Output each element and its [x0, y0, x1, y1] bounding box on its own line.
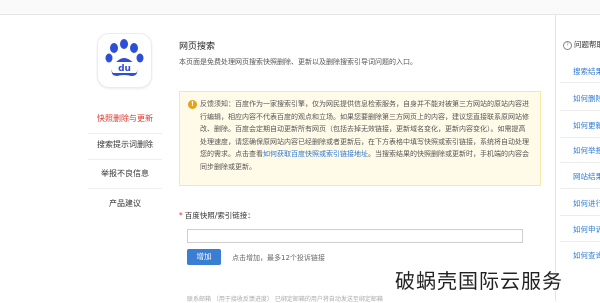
help-title-text: 问题帮助: [574, 40, 600, 49]
svg-text:du: du: [118, 64, 131, 74]
help-divider: [560, 162, 600, 163]
help-link[interactable]: 如何举报: [573, 145, 600, 156]
help-divider: [560, 82, 600, 83]
help-divider: [560, 137, 600, 138]
add-hint: 点击增加，最多12个投诉链接: [232, 254, 325, 262]
sidebar-item-report[interactable]: 举报不良信息: [80, 160, 170, 188]
help-link[interactable]: 如何申诉: [573, 224, 600, 235]
exclamation-circle-icon: !: [188, 100, 197, 109]
help-divider: [560, 241, 600, 242]
page-description: 本页面是免费处理网页搜索快照删除、更新以及删除搜索引导词问题的入口。: [179, 58, 417, 66]
help-link[interactable]: 如何更新: [573, 120, 600, 131]
sidebar-item-snapshot[interactable]: 快照删除与更新: [80, 105, 170, 133]
sidebar-divider: [88, 188, 162, 189]
question-circle-icon: ?: [563, 40, 572, 50]
url-field-label: * 百度快照/索引链接：: [179, 210, 255, 221]
help-link[interactable]: 如何删除: [573, 93, 600, 104]
top-bar: [0, 0, 600, 15]
baidu-logo: du: [97, 33, 152, 88]
notice-box: ! 反馈须知：百度作为一家搜索引擎，仅为网民提供信息检索服务，自身并不能对被第三…: [179, 91, 541, 186]
contact-email-label: 联系邮箱 （用于接收反馈进度） 已绑定邮箱的用户将自动发送至绑定邮箱: [187, 296, 383, 303]
add-button[interactable]: 增加: [187, 249, 221, 265]
help-link[interactable]: 网站结果: [573, 171, 600, 182]
help-divider: [560, 188, 600, 189]
baidu-paw-icon: du: [105, 39, 144, 76]
help-title: ?问题帮助: [563, 39, 600, 50]
sidebar-item-feedback[interactable]: 产品建议: [80, 190, 170, 218]
sidebar-item-suggestion[interactable]: 搜索提示词删除: [80, 131, 170, 159]
snapshot-link-help[interactable]: 如何获取百度快照或索引链接地址: [263, 150, 368, 158]
help-link[interactable]: 搜索结果: [573, 66, 600, 77]
page-title: 网页搜索: [179, 42, 216, 52]
right-panel-divider: [555, 14, 556, 301]
watermark-text: 破蜗壳国际云服务: [395, 269, 563, 293]
help-divider: [560, 110, 600, 111]
help-link[interactable]: 如何查询: [573, 250, 600, 261]
snapshot-url-input[interactable]: [187, 229, 523, 243]
help-divider: [560, 215, 600, 216]
url-field-label-text: 百度快照/索引链接：: [184, 211, 255, 220]
required-star: *: [179, 211, 183, 220]
notice-text: 反馈须知：百度作为一家搜索引擎，仅为网民提供信息检索服务，自身并不能对被第三方网…: [200, 98, 532, 173]
help-link[interactable]: 如何进行: [573, 198, 600, 209]
